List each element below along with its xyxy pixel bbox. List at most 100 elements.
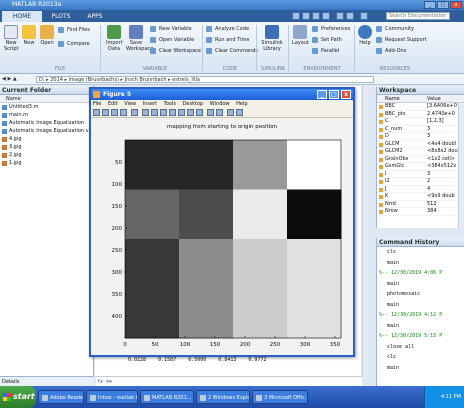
save-quick-icon[interactable] (292, 12, 300, 20)
workspace-row[interactable]: C_num 3 (377, 126, 464, 133)
file-item[interactable]: 2.jpg (0, 151, 93, 159)
hide-plot-tools-icon[interactable] (227, 109, 234, 116)
add-ons-button[interactable]: Add-Ons (376, 47, 406, 55)
link-icon[interactable] (196, 109, 203, 116)
zoom-out-icon[interactable] (151, 109, 158, 116)
maximize-button[interactable]: □ (437, 1, 449, 9)
forward-arrow-icon[interactable]: ▶ (7, 76, 11, 82)
menu-window[interactable]: Window (210, 101, 230, 107)
request-support-button[interactable]: Request Support (376, 36, 427, 44)
history-command[interactable]: main (377, 300, 464, 311)
workspace-row[interactable]: GLCM2 <8x8x2 dou (377, 148, 464, 156)
data-cursor-icon[interactable] (178, 109, 185, 116)
colorbar-icon[interactable] (207, 109, 214, 116)
system-tray-clock[interactable]: 4:11 PM (424, 386, 464, 408)
workspace-value-header[interactable]: Value (427, 95, 441, 102)
help-quick-icon[interactable] (360, 12, 368, 20)
history-command[interactable]: main (377, 258, 464, 269)
menu-tools[interactable]: Tools (164, 101, 176, 107)
workspace-row[interactable]: BBC [3.6406e+0 (377, 103, 464, 111)
compare-button[interactable]: Compare (58, 40, 90, 48)
start-button[interactable]: start (0, 386, 36, 408)
brush-icon[interactable] (187, 109, 194, 116)
file-item[interactable]: Automatic Image Equalization (0, 119, 93, 127)
taskbar-item-windows-explorer[interactable]: 2 Windows Explo... (196, 390, 250, 404)
open-file-icon[interactable] (102, 109, 109, 116)
plot-area[interactable]: mapping from starting to origin position… (91, 118, 353, 355)
simulink-library-button[interactable]: Simulink Library (260, 25, 284, 52)
workspace-row[interactable]: GrainObs <1x2 cell> (377, 156, 464, 163)
new-script-button[interactable]: New Script (4, 25, 19, 52)
set-path-button[interactable]: Set Path (312, 36, 342, 44)
workspace-row[interactable]: Nrrd 512 (377, 201, 464, 208)
figure-window[interactable]: Figure 5 _ □ x File Edit View Insert Too… (89, 87, 355, 357)
workspace-row[interactable]: GLCM <4x4 doubl (377, 141, 464, 148)
history-session-header[interactable]: %-- 12/30/2019 4:06 P (377, 268, 464, 279)
file-item[interactable]: 1.jpg (0, 159, 93, 167)
community-button[interactable]: Community (376, 25, 414, 33)
layout-button[interactable]: Layout (292, 25, 309, 46)
history-command[interactable]: clc (377, 352, 464, 363)
back-arrow-icon[interactable]: ◀ (2, 76, 6, 82)
up-folder-icon[interactable]: ▲ (13, 76, 17, 82)
close-button[interactable]: x (450, 1, 462, 9)
save-figure-icon[interactable] (111, 109, 118, 116)
file-item[interactable]: Untitled3.m (0, 103, 93, 111)
save-workspace-button[interactable]: Save Workspace (126, 25, 153, 52)
print-icon[interactable] (120, 109, 127, 116)
edit-plot-icon[interactable] (131, 109, 138, 116)
new-variable-button[interactable]: New Variable (150, 25, 192, 33)
workspace-row[interactable]: Nrow 384 (377, 208, 464, 216)
find-files-button[interactable]: Find Files (58, 26, 90, 34)
run-and-time-button[interactable]: Run and Time (206, 36, 249, 44)
name-column-header[interactable]: Name (0, 95, 93, 103)
menu-file[interactable]: File (93, 101, 101, 107)
workspace-row[interactable]: BBC_pts 2.4740e+0 (377, 111, 464, 118)
clear-workspace-button[interactable]: Clear Workspace (150, 47, 201, 55)
copy-quick-icon[interactable] (312, 12, 320, 20)
legend-icon[interactable] (216, 109, 223, 116)
preferences-button[interactable]: Preferences (312, 25, 350, 33)
tab-plots[interactable]: PLOTS (44, 11, 78, 22)
figure-close-button[interactable]: x (341, 90, 351, 99)
open-button[interactable]: Open (40, 25, 54, 46)
open-variable-button[interactable]: Open Variable (150, 36, 194, 44)
clear-commands-button[interactable]: Clear Commands (206, 47, 258, 55)
history-command[interactable]: close all (377, 342, 464, 353)
command-prompt-input[interactable]: fx >> (96, 376, 362, 386)
workspace-row[interactable]: I2 2 (377, 178, 464, 186)
workspace-row[interactable]: GsmGlc <384x512x (377, 163, 464, 171)
new-figure-icon[interactable] (93, 109, 100, 116)
menu-edit[interactable]: Edit (108, 101, 118, 107)
workspace-row[interactable]: I3 (377, 171, 464, 178)
workspace-name-header[interactable]: Name (377, 95, 427, 102)
pan-icon[interactable] (160, 109, 167, 116)
figure-maximize-button[interactable]: □ (329, 90, 339, 99)
history-command[interactable]: main (377, 363, 464, 374)
file-item[interactable]: main.m (0, 111, 93, 119)
rotate-icon[interactable] (169, 109, 176, 116)
current-folder-path[interactable]: D: ▸ 2014 ▸ image (Brusnbachs) ▸ Jnsch B… (36, 76, 374, 83)
command-window-scrollbar[interactable] (362, 86, 368, 376)
file-item[interactable]: 3.jpg (0, 143, 93, 151)
file-item[interactable]: 4.jpg (0, 135, 93, 143)
figure-minimize-button[interactable]: _ (317, 90, 327, 99)
file-item[interactable]: Automatic Image Equalization v (0, 127, 93, 135)
show-plot-tools-icon[interactable] (236, 109, 243, 116)
taskbar-item-inbox[interactable]: Inbox - matlab talk (86, 390, 138, 404)
history-command[interactable]: main (377, 279, 464, 290)
taskbar-item-microsoft-office[interactable]: 3 Microsoft Offic... (252, 390, 308, 404)
tab-apps[interactable]: APPS (80, 11, 110, 22)
minimize-button[interactable]: _ (424, 1, 436, 9)
paste-quick-icon[interactable] (322, 12, 330, 20)
details-panel[interactable]: Details (0, 376, 94, 386)
new-button[interactable]: New (22, 25, 36, 46)
parallel-button[interactable]: Parallel (312, 47, 339, 55)
taskbar-item-adobe-reader[interactable]: Adobe Reader (38, 390, 84, 404)
workspace-scrollbar[interactable] (458, 103, 464, 228)
taskbar-item-matlab[interactable]: MATLAB R201... (140, 390, 194, 404)
zoom-in-icon[interactable] (142, 109, 149, 116)
workspace-row[interactable]: C [1,2,3] (377, 118, 464, 126)
menu-help[interactable]: Help (236, 101, 247, 107)
history-command[interactable]: photomosaic (377, 289, 464, 300)
